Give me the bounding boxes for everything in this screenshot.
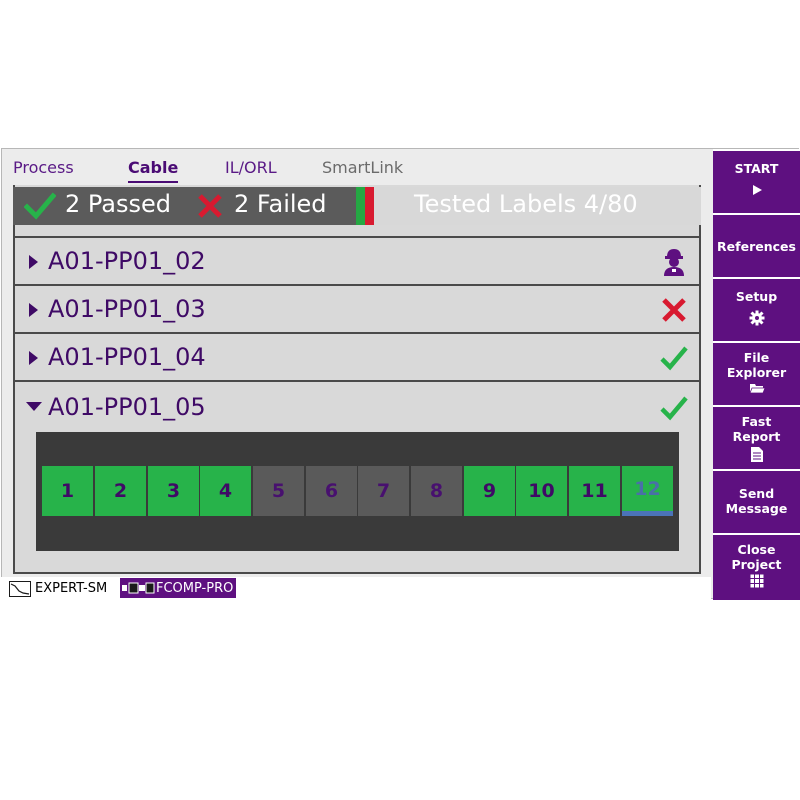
list-item-label: A01-PP01_02 [48, 247, 206, 275]
list-item[interactable]: A01-PP01_02 [15, 238, 699, 286]
status-bar: 2 Passed 2 Failed Tested Labels 4/80 [13, 187, 701, 225]
collapse-arrow-icon [26, 402, 42, 411]
document-icon [750, 447, 763, 462]
passed-count: 2 Passed [65, 190, 172, 218]
send-message-button[interactable]: Send Message [713, 471, 800, 533]
fiber-cell[interactable]: 5 [253, 466, 304, 516]
failed-cross-icon [198, 194, 222, 218]
failed-count: 2 Failed [234, 190, 327, 218]
module-fcomp-pro-label: FCOMP-PRO [156, 580, 234, 596]
grid-icon [749, 574, 764, 588]
list-item-label: A01-PP01_05 [48, 393, 206, 421]
list-item[interactable]: A01-PP01_04 [15, 334, 699, 382]
fiber-cell[interactable]: 2 [95, 466, 146, 516]
otdr-trace-icon [9, 580, 31, 597]
start-label: START [734, 161, 779, 176]
file-explorer-button[interactable]: File Explorer [713, 343, 800, 405]
fast-report-label-line2: Report [732, 429, 781, 444]
module-bar: EXPERT-SM FCOMP-PRO [1, 577, 711, 599]
start-button[interactable]: START [713, 151, 800, 213]
fiber-cell[interactable]: 11 [569, 466, 620, 516]
tab-bar: Process Cable IL/ORL SmartLink [2, 149, 712, 187]
close-project-label-line1: Close [737, 542, 776, 557]
fail-icon [662, 298, 686, 322]
fiber-cell[interactable]: 10 [516, 466, 567, 516]
fiber-connector-icon [122, 582, 155, 594]
close-project-label-line2: Project [731, 557, 782, 572]
fiber-cell[interactable]: 8 [411, 466, 462, 516]
pass-icon [660, 346, 688, 371]
application-window: Process Cable IL/ORL SmartLink 2 Passed … [1, 148, 800, 600]
module-fcomp-pro[interactable]: FCOMP-PRO [120, 578, 236, 598]
setup-button[interactable]: Setup [713, 279, 800, 341]
expand-arrow-icon [29, 303, 38, 317]
fiber-cell[interactable]: 7 [358, 466, 409, 516]
file-explorer-label-line2: Explorer [726, 365, 787, 380]
pass-ratio-bar [356, 187, 365, 225]
send-message-label-line2: Message [725, 501, 788, 516]
list-item-label: A01-PP01_04 [48, 343, 206, 371]
tab-smartlink[interactable]: SmartLink [322, 158, 403, 177]
fiber-cell[interactable]: 9 [464, 466, 515, 516]
setup-label: Setup [735, 289, 778, 304]
passed-check-icon [24, 192, 56, 220]
tested-labels: Tested Labels 4/80 [414, 190, 638, 218]
tab-process[interactable]: Process [13, 158, 74, 177]
module-expert-sm[interactable]: EXPERT-SM [9, 579, 107, 598]
worker-icon [664, 249, 684, 276]
fiber-grid: 1 2 3 4 5 6 7 8 9 10 11 12 [36, 432, 679, 551]
expand-arrow-icon [29, 255, 38, 269]
close-project-button[interactable]: Close Project [713, 535, 800, 600]
pass-icon [660, 396, 688, 421]
fast-report-label-line1: Fast [741, 414, 772, 429]
list-item-partial[interactable] [15, 225, 699, 238]
gear-icon [749, 310, 764, 326]
fiber-cell[interactable]: 6 [306, 466, 357, 516]
fiber-cell[interactable]: 3 [148, 466, 199, 516]
fiber-cell[interactable]: 12 [622, 466, 673, 516]
references-label: References [717, 239, 796, 254]
folder-icon [748, 384, 765, 394]
send-message-label-line1: Send [738, 486, 775, 501]
fiber-cell[interactable]: 4 [200, 466, 251, 516]
list-item-label: A01-PP01_03 [48, 295, 206, 323]
list-item-header[interactable]: A01-PP01_05 [15, 384, 699, 428]
tab-il-orl[interactable]: IL/ORL [225, 158, 277, 177]
module-expert-sm-label: EXPERT-SM [35, 581, 108, 596]
tab-cable[interactable]: Cable [128, 158, 179, 183]
file-explorer-label-line1: File [743, 350, 770, 365]
action-sidebar: START References Setup File Explorer Fas… [713, 149, 800, 600]
references-button[interactable]: References [713, 215, 800, 277]
fail-ratio-bar [365, 187, 374, 225]
play-icon [752, 185, 762, 195]
expanded-list-item: A01-PP01_05 1 2 3 4 5 6 7 8 9 10 11 12 [15, 384, 699, 572]
fiber-cell[interactable]: 1 [42, 466, 93, 516]
list-item[interactable]: A01-PP01_03 [15, 286, 699, 334]
expand-arrow-icon [29, 351, 38, 365]
fast-report-button[interactable]: Fast Report [713, 407, 800, 469]
